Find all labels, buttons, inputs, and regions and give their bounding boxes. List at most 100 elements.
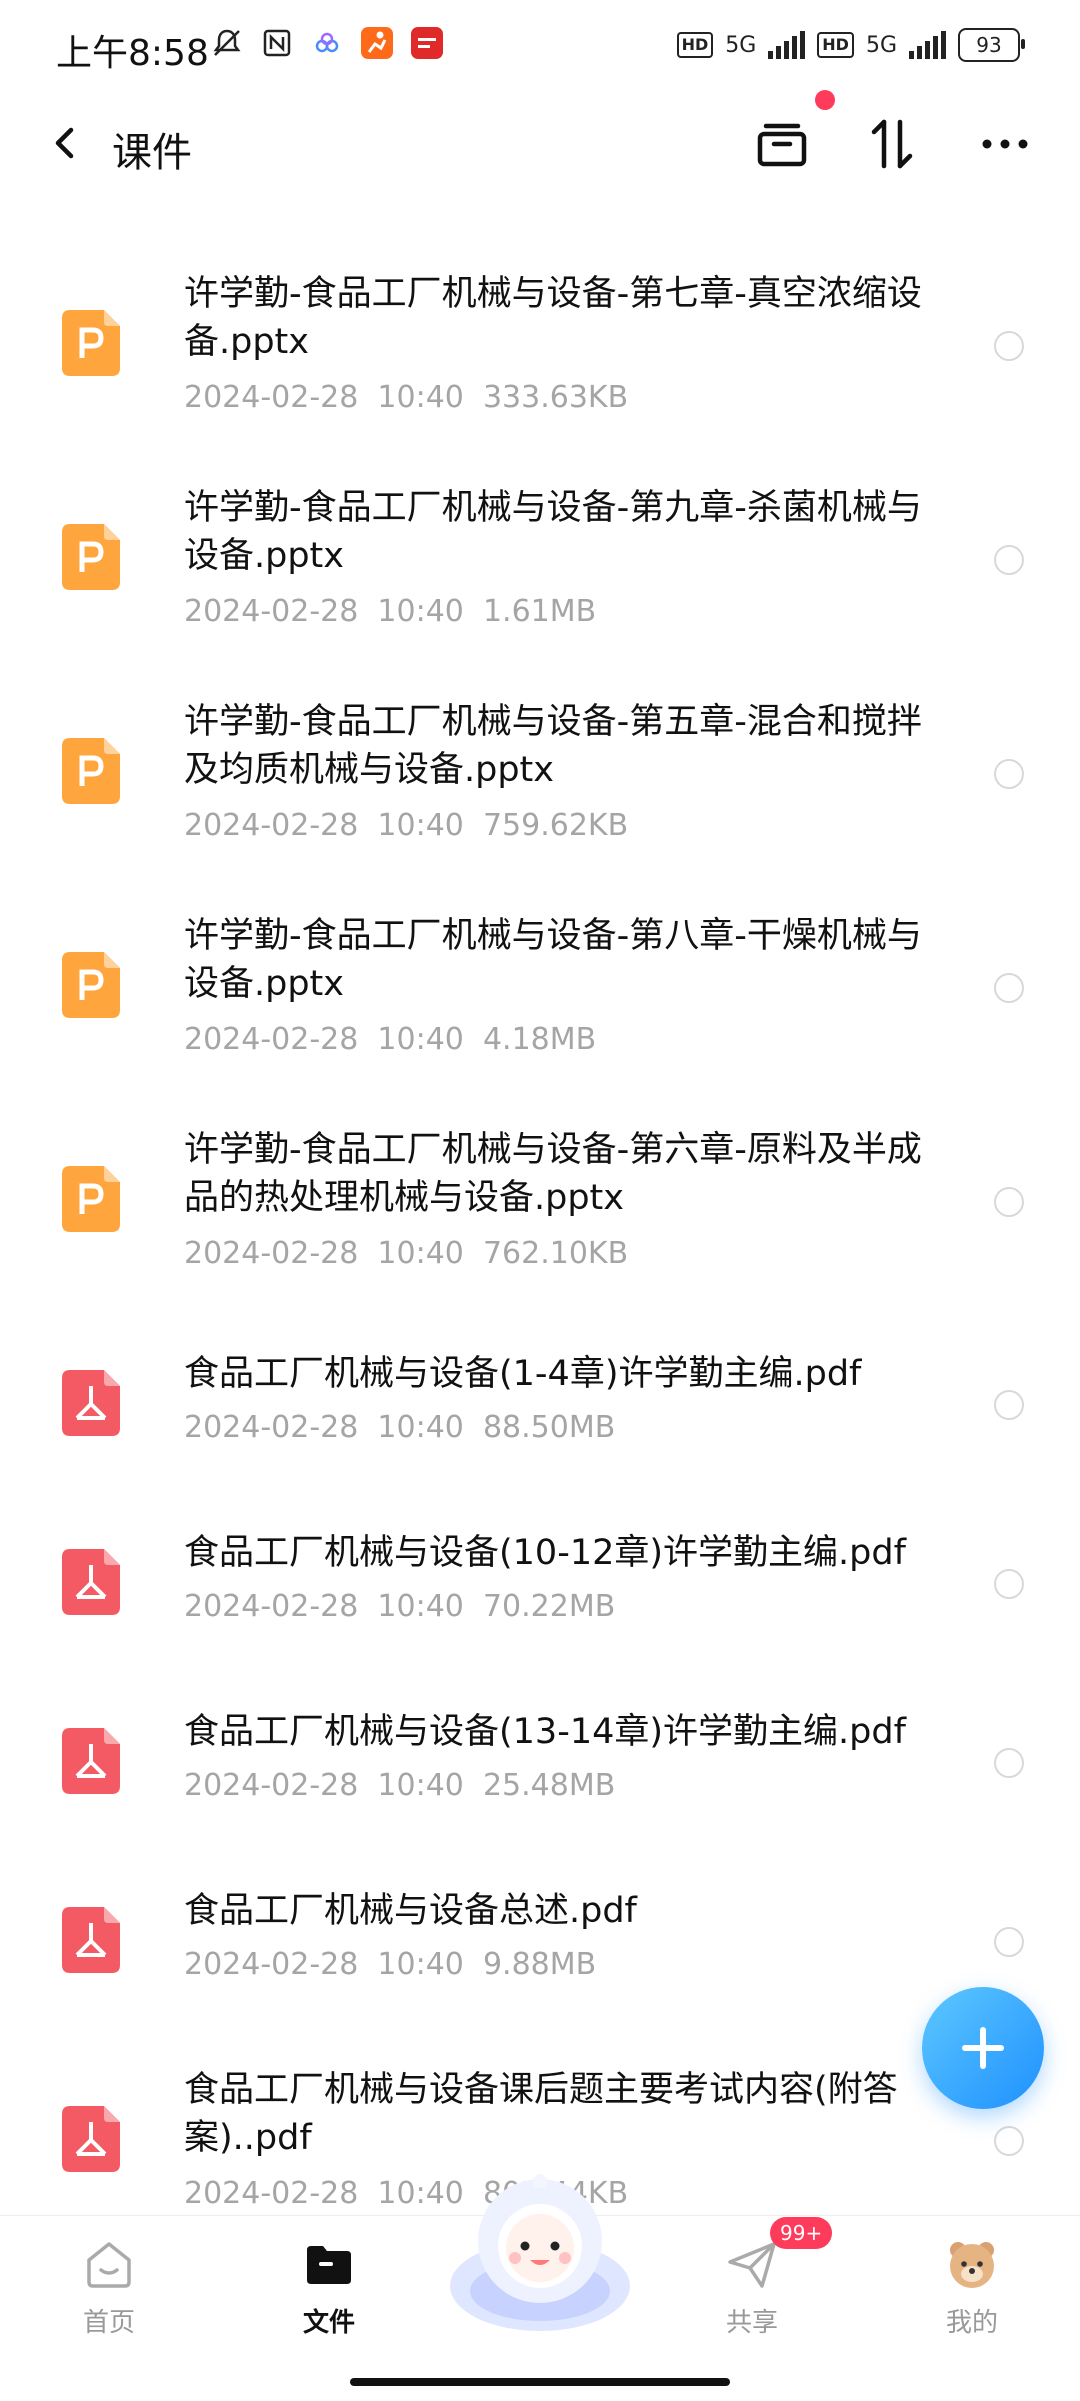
file-date: 2024-02-28 10:40 (184, 1410, 464, 1445)
file-date: 2024-02-28 10:40 (184, 1236, 464, 1271)
nav-label: 我的 (945, 2308, 998, 2338)
file-name: 食品工厂机械与设备(10-12章)许学勤主编.pdf (184, 1533, 906, 1573)
file-row[interactable]: 许学勤-食品工厂机械与设备-第九章-杀菌机械与设备.pptx 2024-02-2… (0, 464, 1080, 664)
pptx-file-icon (62, 524, 120, 590)
home-indicator (350, 2378, 730, 2386)
pdf-file-icon (62, 1728, 120, 1794)
file-name: 食品工厂机械与设备课后题主要考试内容(附答案)..pdf (184, 2070, 898, 2158)
file-name: 许学勤-食品工厂机械与设备-第五章-混合和搅拌及均质机械与设备.pptx (184, 702, 922, 790)
nav-files[interactable]: 文件 (264, 2236, 394, 2339)
file-meta: 2024-02-28 10:40 759.62KB (184, 808, 628, 843)
home-icon (87, 2242, 131, 2288)
more-options-icon[interactable] (975, 114, 1035, 174)
file-meta: 2024-02-28 10:40 762.10KB (184, 1236, 628, 1271)
mute-bell-icon (213, 29, 241, 56)
archive-box-icon[interactable] (752, 114, 812, 174)
file-size: 759.62KB (482, 808, 629, 843)
status-right: HD 5G HD 5G 93 (676, 28, 1025, 62)
plus-icon (962, 2027, 1004, 2069)
status-bar: 上午8:58 HD 5G HD 5G 93 (0, 0, 1080, 100)
file-row[interactable]: 许学勤-食品工厂机械与设备-第五章-混合和搅拌及均质机械与设备.pptx 202… (0, 678, 1080, 878)
hd-badge: HD (676, 32, 714, 58)
select-radio[interactable] (994, 1927, 1024, 1957)
signal-icon (909, 31, 946, 59)
bottom-nav: 首页 文件 共享 我的 (0, 2174, 1080, 2401)
file-row[interactable]: 食品工厂机械与设备(13-14章)许学勤主编.pdf 2024-02-28 10… (0, 1678, 1080, 1848)
folder-icon (307, 2246, 351, 2284)
pptx-file-icon (62, 952, 120, 1018)
file-size: 70.22MB (482, 1589, 616, 1624)
file-name: 食品工厂机械与设备(1-4章)许学勤主编.pdf (184, 1354, 862, 1394)
pptx-file-icon (62, 738, 120, 804)
file-name: 许学勤-食品工厂机械与设备-第七章-真空浓缩设备.pptx (184, 274, 922, 362)
notification-dot (815, 90, 835, 110)
file-meta: 2024-02-28 10:40 1.61MB (184, 594, 596, 629)
file-meta: 2024-02-28 10:40 333.63KB (184, 380, 628, 415)
file-size: 88.50MB (482, 1410, 616, 1445)
file-date: 2024-02-28 10:40 (184, 1589, 464, 1624)
file-date: 2024-02-28 10:40 (184, 380, 464, 415)
file-size: 4.18MB (482, 1022, 597, 1057)
file-date: 2024-02-28 10:40 (184, 594, 464, 629)
select-radio[interactable] (994, 1390, 1024, 1420)
file-date: 2024-02-28 10:40 (184, 1022, 464, 1057)
file-meta: 2024-02-28 10:40 88.50MB (184, 1410, 615, 1445)
add-button[interactable] (922, 1987, 1044, 2109)
select-radio[interactable] (994, 331, 1024, 361)
select-radio[interactable] (994, 759, 1024, 789)
file-row[interactable]: 许学勤-食品工厂机械与设备-第八章-干燥机械与设备.pptx 2024-02-2… (0, 892, 1080, 1092)
file-row[interactable]: 许学勤-食品工厂机械与设备-第七章-真空浓缩设备.pptx 2024-02-28… (0, 250, 1080, 450)
share-count-badge: 99+ (770, 2217, 833, 2249)
file-size: 9.88MB (482, 1947, 597, 1982)
file-size: 762.10KB (482, 1236, 629, 1271)
bear-avatar-icon (950, 2242, 994, 2288)
file-meta: 2024-02-28 10:40 9.88MB (184, 1947, 596, 1982)
file-date: 2024-02-28 10:40 (184, 808, 464, 843)
cloud-app-icon (315, 32, 339, 53)
pdf-file-icon (62, 1907, 120, 1973)
hd-badge: HD (817, 32, 854, 58)
select-radio[interactable] (994, 2126, 1024, 2156)
file-size: 25.48MB (482, 1768, 616, 1803)
file-meta: 2024-02-28 10:40 4.18MB (184, 1022, 596, 1057)
pptx-file-icon (62, 310, 120, 376)
signal-icon (768, 31, 806, 59)
file-name: 食品工厂机械与设备(13-14章)许学勤主编.pdf (184, 1712, 906, 1752)
status-notification-icons (210, 26, 444, 60)
mascot-assistant-icon[interactable] (445, 2166, 635, 2336)
sports-app-icon (361, 27, 393, 59)
nav-home[interactable]: 首页 (44, 2236, 174, 2339)
file-row[interactable]: 食品工厂机械与设备(10-12章)许学勤主编.pdf 2024-02-28 10… (0, 1499, 1080, 1669)
select-radio[interactable] (994, 1569, 1024, 1599)
file-name: 许学勤-食品工厂机械与设备-第六章-原料及半成品的热处理机械与设备.pptx (184, 1130, 922, 1218)
select-radio[interactable] (994, 1748, 1024, 1778)
pptx-file-icon (62, 1166, 120, 1232)
file-row[interactable]: 食品工厂机械与设备(1-4章)许学勤主编.pdf 2024-02-28 10:4… (0, 1320, 1080, 1490)
file-meta: 2024-02-28 10:40 25.48MB (184, 1768, 615, 1803)
file-size: 333.63KB (482, 380, 629, 415)
file-row[interactable]: 食品工厂机械与设备总述.pdf 2024-02-28 10:40 9.88MB (0, 1857, 1080, 2027)
file-name: 许学勤-食品工厂机械与设备-第九章-杀菌机械与设备.pptx (184, 488, 922, 576)
file-row[interactable]: 许学勤-食品工厂机械与设备-第六章-原料及半成品的热处理机械与设备.pptx 2… (0, 1106, 1080, 1306)
nav-label: 共享 (725, 2308, 778, 2338)
nav-label: 文件 (302, 2308, 355, 2338)
nav-mine[interactable]: 我的 (907, 2236, 1037, 2339)
select-radio[interactable] (994, 973, 1024, 1003)
file-date: 2024-02-28 10:40 (184, 1947, 464, 1982)
nav-share[interactable]: 共享 (687, 2236, 817, 2339)
file-meta: 2024-02-28 10:40 70.22MB (184, 1589, 615, 1624)
sort-icon[interactable] (862, 114, 922, 174)
file-date: 2024-02-28 10:40 (184, 2176, 464, 2211)
file-date: 2024-02-28 10:40 (184, 1768, 464, 1803)
file-name: 许学勤-食品工厂机械与设备-第八章-干燥机械与设备.pptx (184, 916, 922, 1004)
pdf-file-icon (62, 1549, 120, 1615)
select-radio[interactable] (994, 1187, 1024, 1217)
top-bar: 课件 (0, 90, 1080, 230)
battery-icon: 93 (958, 28, 1025, 62)
file-name: 食品工厂机械与设备总述.pdf (184, 1891, 637, 1931)
pdf-file-icon (62, 1370, 120, 1436)
select-radio[interactable] (994, 545, 1024, 575)
news-app-icon (411, 27, 443, 59)
back-arrow-icon[interactable] (40, 118, 90, 168)
file-size: 1.61MB (482, 594, 597, 629)
